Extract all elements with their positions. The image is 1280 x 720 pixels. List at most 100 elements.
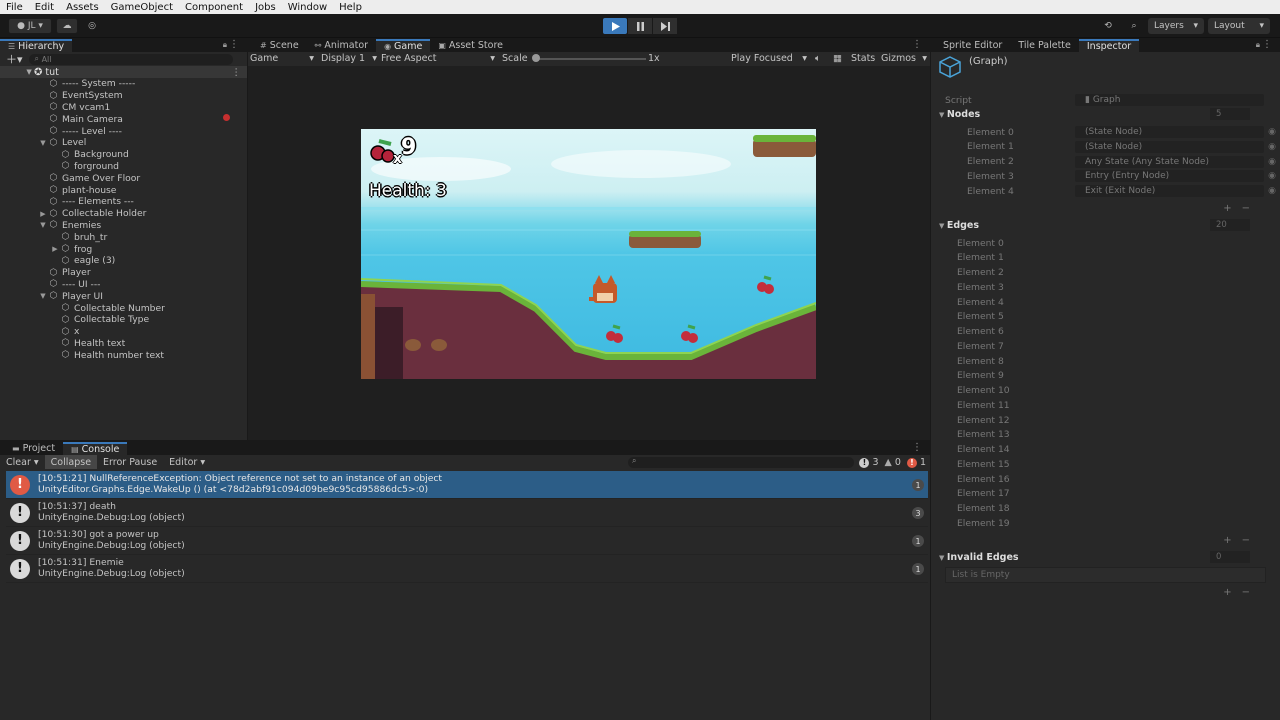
collab-button[interactable]: ◎ (82, 18, 102, 34)
edge-element-row[interactable]: Element 1 (931, 251, 1280, 265)
scale-slider-handle[interactable] (532, 54, 540, 62)
invalid-edges-count[interactable]: 0 (1210, 551, 1250, 563)
stats-button[interactable]: Stats (851, 53, 875, 64)
game-mode-dropdown[interactable]: Game ▾ (250, 53, 314, 64)
edge-element-row[interactable]: Element 2 (931, 266, 1280, 280)
edge-element-row[interactable]: Element 18 (931, 502, 1280, 516)
node-object-field[interactable]: (State Node) ◉ (1075, 140, 1276, 153)
edges-count[interactable]: 20 (1210, 219, 1250, 231)
edge-element-row[interactable]: Element 3 (931, 280, 1280, 294)
pause-button[interactable] (628, 18, 652, 34)
edge-element-row[interactable]: Element 17 (931, 487, 1280, 501)
play-mode-dropdown[interactable]: Play Focused ▾ (731, 53, 807, 64)
history-button[interactable]: ⟲ (1098, 18, 1118, 34)
script-field[interactable]: ▮ Graph (1075, 94, 1264, 106)
object-picker-icon[interactable]: ◉ (1268, 186, 1276, 196)
edge-element-row[interactable]: Element 16 (931, 472, 1280, 486)
hierarchy-item[interactable]: ⬡ plant-house (0, 184, 247, 196)
aspect-dropdown[interactable]: Free Aspect ▾ (381, 53, 495, 64)
menu-item-window[interactable]: Window (288, 2, 327, 13)
tab-inspector[interactable]: Inspector (1078, 39, 1140, 52)
edges-section-header[interactable]: ▼ Edges 20 (931, 218, 1280, 232)
game-viewport[interactable]: x 9 Health: 3 (248, 66, 930, 440)
edge-element-row[interactable]: Element 6 (931, 325, 1280, 339)
hierarchy-item[interactable]: ▼ ⬡ Level (0, 137, 247, 149)
menu-item-assets[interactable]: Assets (66, 2, 99, 13)
edge-element-row[interactable]: Element 12 (931, 413, 1280, 427)
tab-game[interactable]: ◉ Game (376, 39, 431, 52)
hierarchy-search-input[interactable]: ⌕ All (28, 53, 233, 65)
menu-item-component[interactable]: Component (185, 2, 243, 13)
hierarchy-item[interactable]: ⬡ ---- Elements --- (0, 196, 247, 208)
edge-element-row[interactable]: Element 0 (931, 236, 1280, 250)
add-remove-icon[interactable]: +− (1223, 203, 1260, 214)
hierarchy-item[interactable]: ⬡ Background (0, 149, 247, 161)
hierarchy-item[interactable]: ⬡ ---- UI --- (0, 279, 247, 291)
console-log-entry[interactable]: ! [10:51:30] got a power up UnityEngine.De… (6, 527, 928, 555)
edge-element-row[interactable]: Element 15 (931, 457, 1280, 471)
menu-item-gameobject[interactable]: GameObject (111, 2, 173, 13)
hierarchy-item[interactable]: ⬡ Health number text (0, 349, 247, 361)
hierarchy-item[interactable]: ⬡ CM vcam1 (0, 102, 247, 114)
gizmos-dropdown[interactable]: Gizmos ▾ (881, 53, 927, 64)
node-object-field[interactable]: (State Node) ◉ (1075, 126, 1276, 138)
tab-console[interactable]: ▤ Console (63, 442, 128, 455)
fullscreen-icon[interactable]: ▦ (833, 53, 842, 64)
more-options-icon[interactable]: ⋮ (1262, 39, 1272, 50)
hierarchy-item[interactable]: ▼ ⬡ Player UI (0, 290, 247, 302)
game-canvas[interactable]: x 9 Health: 3 (361, 129, 816, 379)
edge-element-row[interactable]: Element 14 (931, 443, 1280, 457)
clear-button[interactable]: Clear ▾ (0, 455, 45, 469)
fold-closed-icon[interactable]: ▶ (38, 210, 48, 218)
hierarchy-item[interactable]: ⬡ forground (0, 161, 247, 173)
tab-tile-palette[interactable]: Tile Palette (1010, 39, 1079, 52)
tab-animator[interactable]: ⚯ Animator (307, 39, 376, 52)
lock-icon[interactable]: 🔒︎ (1256, 40, 1260, 50)
console-log-entry[interactable]: ! [10:51:31] Enemie UnityEngine.Debug:Log … (6, 555, 928, 583)
hierarchy-item[interactable]: ⬡ EventSystem (0, 90, 247, 102)
more-options-icon[interactable]: ⋮ (912, 39, 922, 50)
hierarchy-item[interactable]: ⬡ Player (0, 267, 247, 279)
node-object-field[interactable]: Exit (Exit Node) ◉ (1075, 185, 1276, 198)
more-options-icon[interactable]: ⋮ (912, 442, 922, 453)
edge-element-row[interactable]: Element 13 (931, 428, 1280, 442)
error-count-toggle[interactable]: ! 1 (906, 457, 926, 468)
object-picker-icon[interactable]: ◉ (1268, 157, 1276, 167)
display-dropdown[interactable]: Display 1 ▾ (321, 53, 377, 64)
more-options-icon[interactable]: ⋮ (232, 67, 242, 78)
console-search-input[interactable]: ⌕ (628, 456, 854, 468)
hierarchy-item[interactable]: ⬡ ----- Level ---- (0, 125, 247, 137)
hierarchy-item[interactable]: ⬡ eagle (3) (0, 255, 247, 267)
fold-open-icon[interactable]: ▼ (38, 292, 48, 300)
object-picker-icon[interactable]: ◉ (1268, 142, 1276, 152)
layout-dropdown[interactable]: Layout ▾ (1208, 18, 1270, 34)
menu-item-jobs[interactable]: Jobs (255, 2, 276, 13)
edge-element-row[interactable]: Element 5 (931, 310, 1280, 324)
step-button[interactable] (653, 18, 677, 34)
more-options-icon[interactable]: ⋮ (229, 39, 239, 50)
add-remove-icon[interactable]: +− (1223, 587, 1260, 598)
node-object-field[interactable]: Any State (Any State Node) ◉ (1075, 155, 1276, 168)
menu-item-edit[interactable]: Edit (35, 2, 54, 13)
account-button[interactable]: ● JL ▾ (8, 18, 52, 34)
add-remove-icon[interactable]: +− (1223, 535, 1260, 546)
add-icon[interactable]: ＋▾ (6, 51, 23, 67)
nodes-section-header[interactable]: ▼ Nodes 5 (931, 107, 1280, 121)
object-picker-icon[interactable]: ◉ (1268, 171, 1276, 181)
editor-dropdown[interactable]: Editor ▾ (163, 455, 211, 469)
hierarchy-item[interactable]: ⬡ Game Over Floor (0, 172, 247, 184)
nodes-count[interactable]: 5 (1210, 108, 1250, 120)
hierarchy-item[interactable]: ▶ ⬡ Collectable Holder (0, 208, 247, 220)
edge-element-row[interactable]: Element 8 (931, 354, 1280, 368)
lock-icon[interactable]: 🔒︎ (223, 40, 227, 50)
error-pause-toggle[interactable]: Error Pause (97, 455, 163, 469)
scale-slider-track[interactable] (534, 58, 646, 60)
scene-root-row[interactable]: ▼ ✪ tut ⋮ (0, 66, 247, 78)
node-object-field[interactable]: Entry (Entry Node) ◉ (1075, 170, 1276, 183)
tab-project[interactable]: ▬ Project (4, 442, 63, 455)
hierarchy-item[interactable]: ⬡ bruh_tr (0, 231, 247, 243)
console-log-entry[interactable]: ! [10:51:37] death UnityEngine.Debug:Log (… (6, 499, 928, 527)
hierarchy-item[interactable]: ▶ ⬡ frog (0, 243, 247, 255)
edge-element-row[interactable]: Element 10 (931, 384, 1280, 398)
menu-item-help[interactable]: Help (339, 2, 362, 13)
